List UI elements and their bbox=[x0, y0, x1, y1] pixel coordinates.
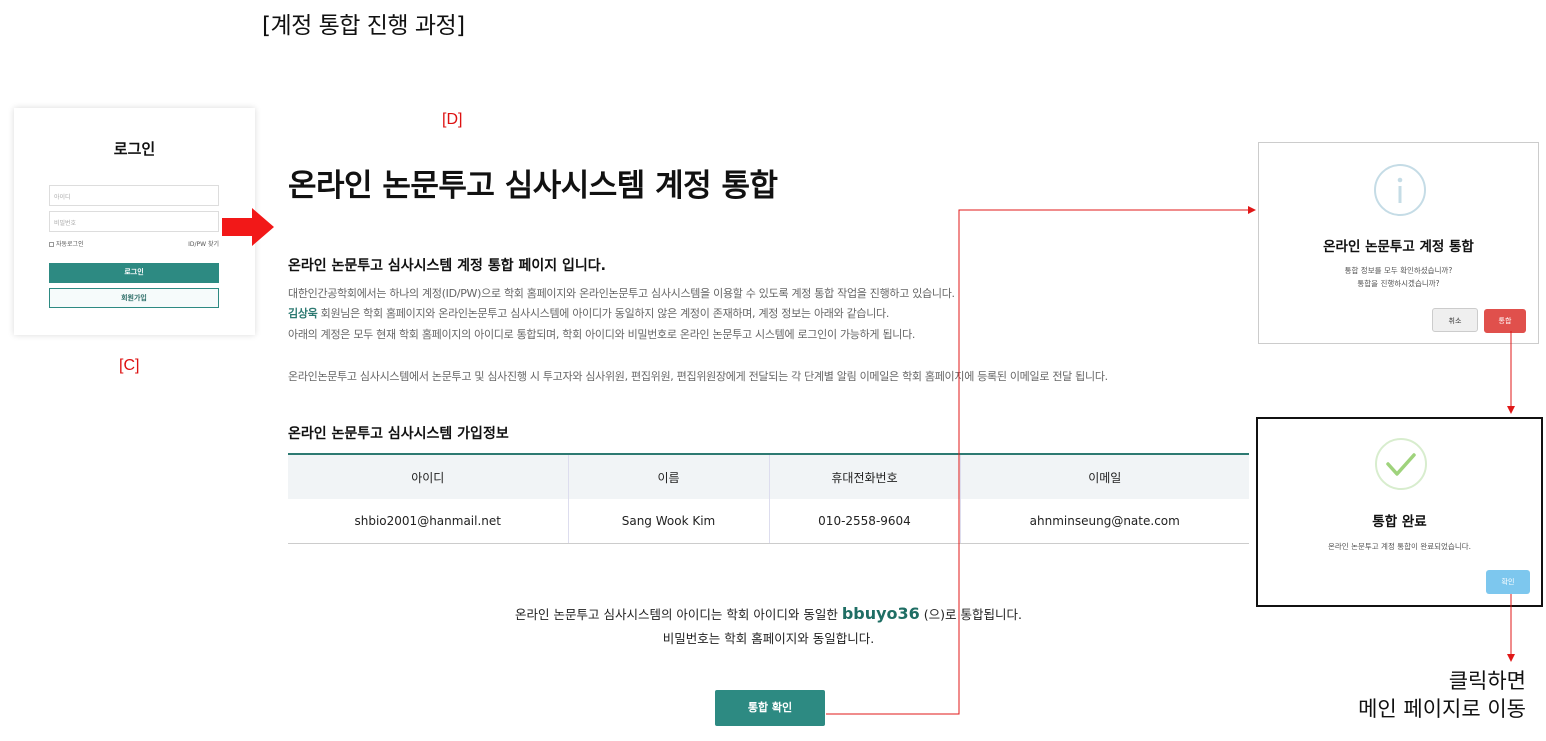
marker-c: [C] bbox=[119, 357, 140, 374]
header-name: 이름 bbox=[568, 453, 770, 499]
cancel-button[interactable]: 취소 bbox=[1432, 308, 1478, 332]
marker-d: [D] bbox=[442, 111, 463, 128]
header-id: 아이디 bbox=[288, 453, 569, 499]
merge-suffix: (으)로 통합됩니다. bbox=[919, 607, 1022, 622]
merge-complete-dialog: 통합 완료 온라인 논문투고 계정 통합이 완료되었습니다. 확인 bbox=[1256, 417, 1543, 607]
table-header-row: 아이디 이름 휴대전화번호 이메일 bbox=[288, 453, 1249, 499]
id-input[interactable]: 아이디 bbox=[49, 185, 219, 206]
login-title: 로그인 bbox=[113, 140, 156, 158]
cell-phone: 010-2558-9604 bbox=[769, 499, 961, 544]
right-arrow-icon bbox=[222, 208, 274, 246]
merged-user-id: bbuyo36 bbox=[841, 604, 920, 623]
auto-login-label: 자동로그인 bbox=[56, 241, 84, 248]
cell-name: Sang Wook Kim bbox=[568, 499, 770, 544]
process-heading: [계정 통합 진행 과정] bbox=[262, 13, 465, 39]
ok-button[interactable]: 확인 bbox=[1486, 570, 1530, 594]
description-line-2: 김상욱 회원님은 학회 홈페이지와 온라인논문투고 심사시스템에 아이디가 동일… bbox=[288, 305, 889, 321]
check-icon bbox=[1375, 438, 1427, 490]
login-button[interactable]: 로그인 bbox=[49, 263, 219, 283]
header-phone: 휴대전화번호 bbox=[769, 453, 961, 499]
description-line-2-text: 회원님은 학회 홈페이지와 온라인논문투고 심사시스템에 아이디가 동일하지 않… bbox=[317, 307, 890, 320]
signup-button[interactable]: 회원가입 bbox=[49, 288, 219, 308]
confirm-dialog-question-2: 통합을 진행하시겠습니까? bbox=[1357, 279, 1440, 288]
description-line-1: 대한인간공학회에서는 하나의 계정(ID/PW)으로 학회 홈페이지와 온라인논… bbox=[288, 287, 955, 300]
description-line-3: 아래의 계정은 모두 현재 학회 홈페이지의 아이디로 통합되며, 학회 아이디… bbox=[288, 328, 916, 341]
confirm-dialog-question-1: 통합 정보를 모두 확인하셨습니까? bbox=[1344, 266, 1453, 275]
complete-dialog-title: 통합 완료 bbox=[1372, 514, 1427, 530]
cell-id: shbio2001@hanmail.net bbox=[288, 499, 569, 544]
header-email: 이메일 bbox=[960, 453, 1249, 499]
redirect-note-line-1: 클릭하면 bbox=[1448, 669, 1526, 693]
intro-title: 온라인 논문투고 심사시스템 계정 통합 페이지 입니다. bbox=[288, 258, 606, 274]
info-icon bbox=[1374, 164, 1426, 216]
page-title: 온라인 논문투고 심사시스템 계정 통합 bbox=[288, 168, 778, 204]
member-name: 김상욱 bbox=[288, 307, 318, 320]
confirm-dialog-title: 온라인 논문투고 계정 통합 bbox=[1323, 239, 1474, 255]
description-line-4: 온라인논문투고 심사시스템에서 논문투고 및 심사진행 시 투고자와 심사위원,… bbox=[288, 370, 1108, 383]
account-info-table: 아이디 이름 휴대전화번호 이메일 shbio2001@hanmail.net … bbox=[288, 453, 1249, 544]
merge-confirm-dialog: 온라인 논문투고 계정 통합 통합 정보를 모두 확인하셨습니까? 통합을 진행… bbox=[1258, 142, 1539, 344]
merge-prefix: 온라인 논문투고 심사시스템의 아이디는 학회 아이디와 동일한 bbox=[515, 607, 842, 622]
checkbox-icon bbox=[49, 242, 54, 247]
cell-email: ahnminseung@nate.com bbox=[960, 499, 1249, 544]
table-row: shbio2001@hanmail.net Sang Wook Kim 010-… bbox=[288, 499, 1249, 544]
info-section-title: 온라인 논문투고 심사시스템 가입정보 bbox=[288, 426, 509, 442]
complete-dialog-message: 온라인 논문투고 계정 통합이 완료되었습니다. bbox=[1327, 542, 1472, 551]
merge-button[interactable]: 통합 bbox=[1484, 309, 1526, 333]
auto-login-checkbox[interactable]: 자동로그인 bbox=[49, 239, 84, 248]
merge-confirm-button[interactable]: 통합 확인 bbox=[715, 690, 825, 726]
password-input[interactable]: 비밀번호 bbox=[49, 211, 219, 232]
password-notice: 비밀번호는 학회 홈페이지와 동일합니다. bbox=[662, 631, 875, 646]
redirect-note-line-2: 메인 페이지로 이동 bbox=[1358, 697, 1526, 721]
find-id-pw-link[interactable]: ID/PW 찾기 bbox=[188, 239, 219, 248]
merge-id-notice: 온라인 논문투고 심사시스템의 아이디는 학회 아이디와 동일한 bbuyo36… bbox=[288, 604, 1249, 623]
login-card: 로그인 아이디 비밀번호 자동로그인 ID/PW 찾기 로그인 회원가입 bbox=[14, 108, 255, 335]
redirect-note: 클릭하면 메인 페이지로 이동 bbox=[1358, 667, 1526, 723]
